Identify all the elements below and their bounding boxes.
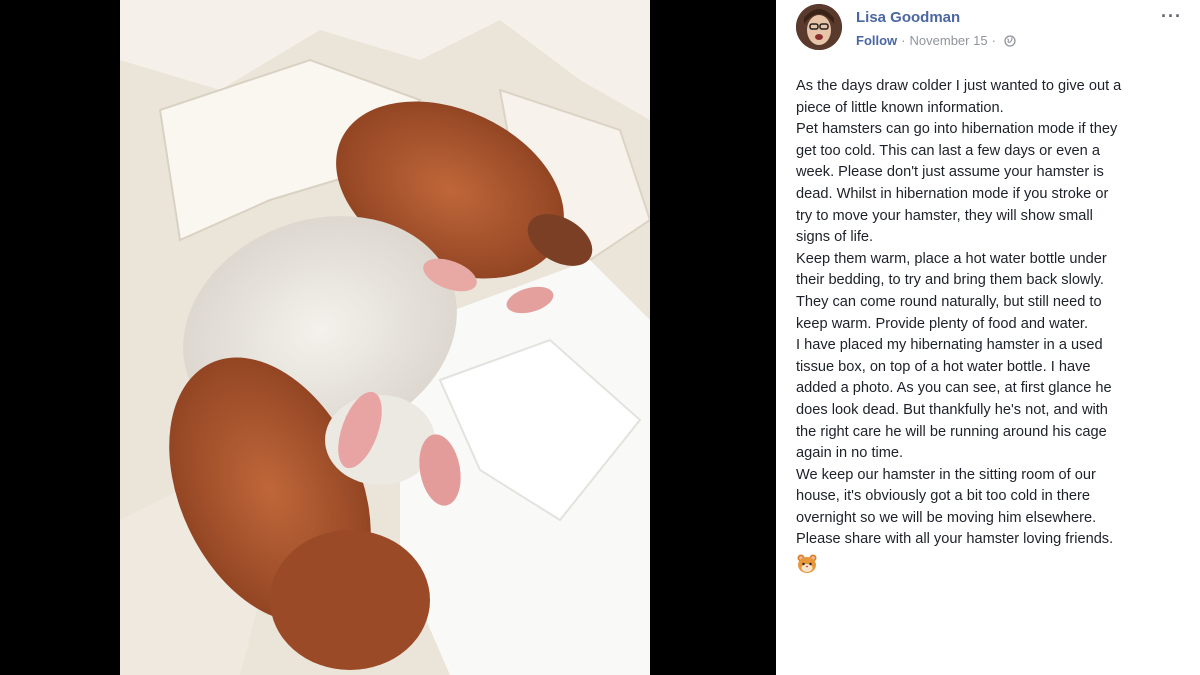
post-text-line: week. Please don't just assume your hams…: [796, 164, 1104, 181]
post-text-line: the right care he will be running around…: [796, 423, 1107, 440]
meta-separator-2: ·: [991, 33, 996, 48]
post-text-line: dead. Whilst in hibernation mode if you …: [796, 185, 1109, 202]
meta-separator: ·: [901, 33, 906, 48]
post-text-line: Keep them warm, place a hot water bottle…: [796, 250, 1107, 267]
post-text-line: They can come round naturally, but still…: [796, 293, 1102, 310]
post-text-line: As the days draw colder I just wanted to…: [796, 78, 1122, 94]
post-text-line: does look dead. But thankfully he's not,…: [796, 401, 1108, 418]
post-text-line: keep warm. Provide plenty of food and wa…: [796, 315, 1089, 332]
post-text-line: We keep our hamster in the sitting room …: [796, 466, 1096, 483]
post-text-line: Pet hamsters can go into hibernation mod…: [796, 121, 1118, 138]
globe-icon: [1004, 34, 1016, 47]
post-date[interactable]: November 15: [910, 33, 988, 48]
post-text-line: Please share with all your hamster lovin…: [796, 531, 1114, 548]
post-text-line: I have placed my hibernating hamster in …: [796, 337, 1103, 354]
post-photo[interactable]: [120, 0, 650, 675]
hamster-face-emoji-icon: [797, 554, 817, 574]
post-header: Lisa Goodman Follow · November 15 · ···: [776, 0, 1200, 70]
author-name[interactable]: Lisa Goodman: [856, 9, 960, 26]
post-body: As the days draw colder I just wanted to…: [796, 76, 1192, 575]
more-options-button[interactable]: ···: [1161, 6, 1182, 27]
post-text-line: get too cold. This can last a few days o…: [796, 142, 1100, 159]
post-text-line: again in no time.: [796, 445, 904, 462]
post-text-line: house, it's obviously got a bit too cold…: [796, 488, 1091, 505]
post-panel: Lisa Goodman Follow · November 15 · ··· …: [776, 0, 1200, 675]
post-meta: Follow · November 15 ·: [856, 33, 1016, 48]
photo-viewer: [0, 0, 776, 675]
post-text-line: signs of life.: [796, 229, 874, 246]
post-text-line: piece of little known information.: [796, 99, 1004, 116]
avatar-image: [796, 4, 842, 50]
post-text-line: overnight so we will be moving him elsew…: [796, 509, 1097, 526]
post-text-line: added a photo. As you can see, at first …: [796, 380, 1112, 397]
follow-button[interactable]: Follow: [856, 33, 897, 48]
post-text-line: try to move your hamster, they will show…: [796, 207, 1093, 224]
post-text-line: tissue box, on top of a hot water bottle…: [796, 358, 1091, 375]
post-text-line: their bedding, to try and bring them bac…: [796, 272, 1104, 289]
author-avatar[interactable]: [796, 4, 842, 50]
hamster-photo-illustration: [120, 0, 650, 675]
